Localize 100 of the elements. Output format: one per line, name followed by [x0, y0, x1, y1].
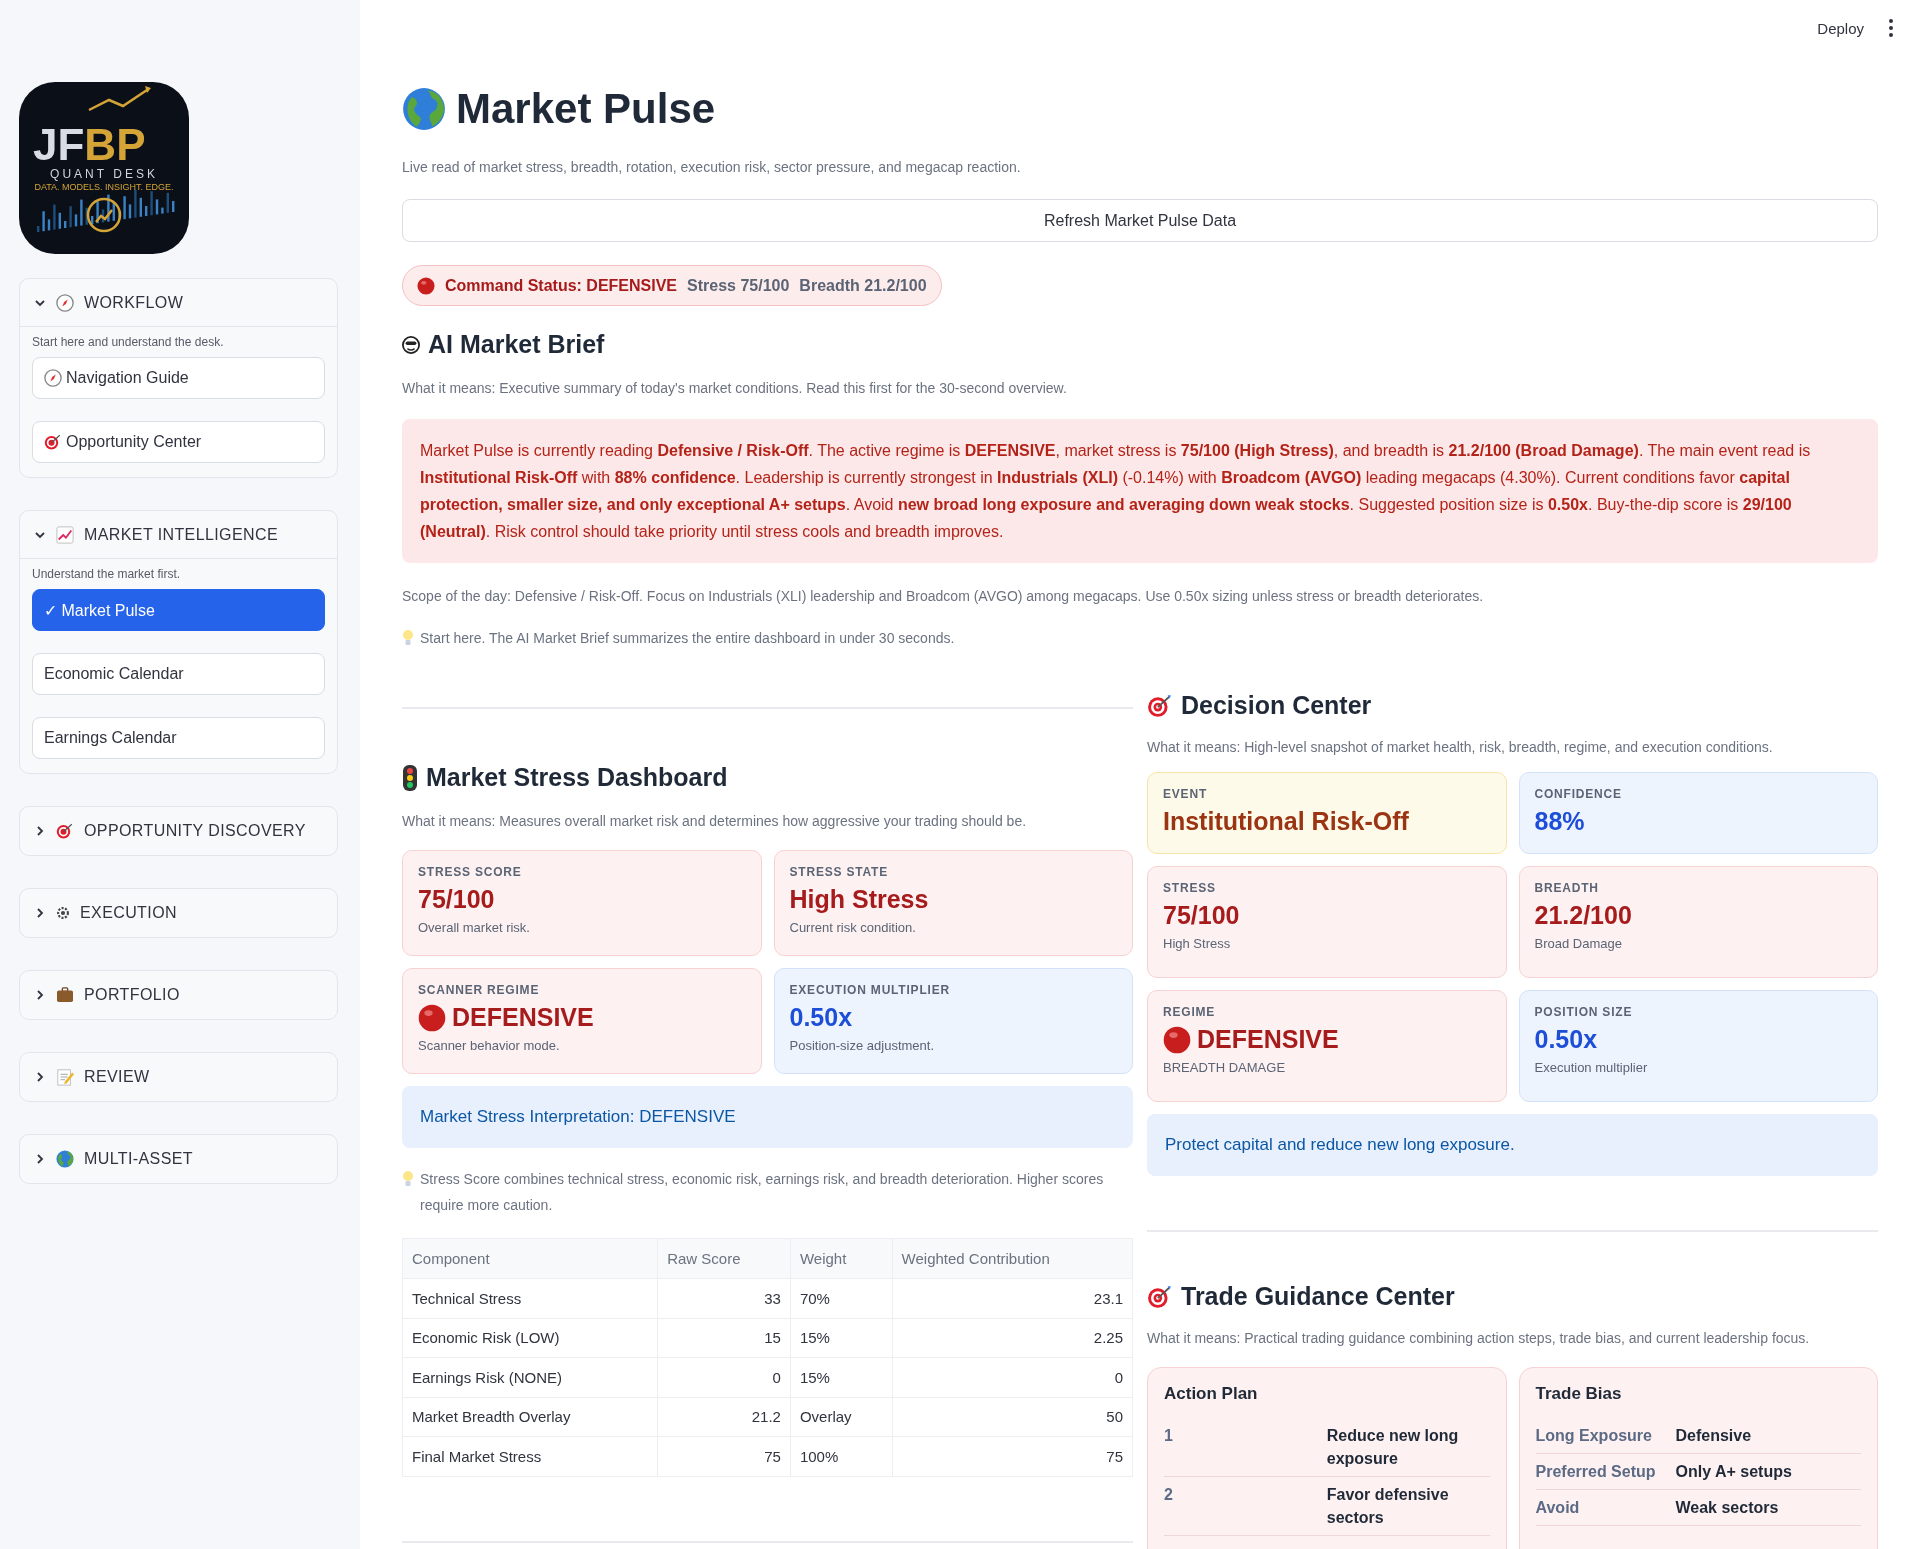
- refresh-button[interactable]: Refresh Market Pulse Data: [402, 199, 1878, 242]
- table-cell: 50: [892, 1397, 1133, 1437]
- section-header[interactable]: OPPORTUNITY DISCOVERY: [20, 807, 337, 855]
- card-note: Position-size adjustment.: [789, 1038, 935, 1053]
- bias-value: Weak sectors: [1675, 1498, 1780, 1518]
- card-value: 21.2/100: [1534, 901, 1632, 930]
- target-icon: [1147, 1283, 1173, 1310]
- bias-label: Preferred Setup: [1535, 1462, 1657, 1482]
- nav-button[interactable]: Earnings Calendar: [32, 717, 325, 759]
- status-dot-icon: [417, 276, 435, 295]
- card-value: 75/100: [1163, 901, 1240, 930]
- column-header: Raw Score: [657, 1238, 791, 1279]
- tip-text: Stress Score combines technical stress, economic risk, earnings risk, and breadth deterioration. Higher scores require more caution.: [420, 1170, 1105, 1215]
- status-dot-icon: [1163, 1025, 1191, 1054]
- card-label: EXECUTION MULTIPLIER: [789, 983, 951, 997]
- card-value: 88%: [1534, 807, 1585, 836]
- nav-button[interactable]: Navigation Guide: [32, 357, 325, 399]
- card-value: DEFENSIVE: [452, 1003, 594, 1032]
- section-header[interactable]: WORKFLOW: [20, 279, 337, 327]
- card-title: Trade Bias: [1535, 1384, 1623, 1404]
- card-value: DEFENSIVE: [1197, 1025, 1339, 1054]
- column-header: Component: [402, 1238, 658, 1279]
- section-header[interactable]: EXECUTION: [20, 889, 337, 937]
- card-note: BREADTH DAMAGE: [1163, 1060, 1287, 1075]
- section-header[interactable]: MARKET INTELLIGENCE: [20, 511, 337, 559]
- bias-value: Only A+ setups: [1675, 1462, 1793, 1482]
- column-header: Weight: [790, 1238, 893, 1279]
- table-cell: Economic Risk (LOW): [402, 1318, 658, 1358]
- status-dot-icon: [418, 1003, 446, 1032]
- target-icon: [44, 433, 62, 451]
- deploy-button[interactable]: Deploy: [1811, 18, 1870, 38]
- card-note: Broad Damage: [1534, 936, 1623, 951]
- card-label: REGIME: [1163, 1005, 1217, 1019]
- column-header: Weighted Contribution: [892, 1238, 1133, 1279]
- scope-text: Scope of the day: Defensive / Risk-Off. Focus on Industrials (XLI) leadership and Broadcom (AVGO) among megacaps. Use 0.50x sizing unless stress or breadth deteriorates.: [402, 587, 1485, 606]
- bias-value: Defensive: [1675, 1426, 1753, 1446]
- table-cell: Technical Stress: [402, 1278, 658, 1318]
- section-title: AI Market Brief: [428, 330, 605, 359]
- section-header[interactable]: PORTFOLIO: [20, 971, 337, 1019]
- line-chart-icon: [56, 525, 74, 544]
- step-text: Reduce new long exposure: [1326, 1426, 1460, 1469]
- bias-label: Avoid: [1535, 1498, 1581, 1518]
- section-description: What it means: Measures overall market risk and determines how aggressive your trading should be.: [402, 812, 1028, 831]
- nav-button[interactable]: Opportunity Center: [32, 421, 325, 463]
- compass-icon: [44, 369, 62, 387]
- target-icon: [56, 822, 74, 840]
- chevron-right-icon: [34, 907, 46, 919]
- chevron-right-icon: [34, 825, 46, 837]
- face-icon: [402, 335, 420, 354]
- table-cell: 0: [892, 1357, 1133, 1397]
- table-cell: 75: [657, 1436, 791, 1476]
- lightbulb-icon: [402, 629, 414, 647]
- more-options-icon[interactable]: [1888, 18, 1894, 38]
- card-value: 0.50x: [789, 1003, 853, 1032]
- globe-icon: [56, 1150, 74, 1168]
- card-note: Current risk condition.: [789, 920, 917, 935]
- card-label: STRESS STATE: [789, 865, 889, 879]
- section-description: What it means: Executive summary of today's market conditions. Read this first for the 30-second overview.: [402, 379, 1068, 398]
- table-cell: 75: [892, 1436, 1133, 1476]
- section-header[interactable]: REVIEW: [20, 1053, 337, 1101]
- table-cell: Earnings Risk (NONE): [402, 1357, 658, 1397]
- step-text: Favor defensive sectors: [1326, 1485, 1450, 1528]
- card-label: CONFIDENCE: [1534, 787, 1623, 801]
- section-title: Decision Center: [1181, 691, 1372, 720]
- settings-icon: [56, 906, 70, 920]
- table-cell: 21.2: [657, 1397, 791, 1437]
- table-cell: Market Breadth Overlay: [402, 1397, 658, 1437]
- card-label: EVENT: [1163, 787, 1208, 801]
- card-value: 75/100: [418, 885, 495, 914]
- table-cell: 33: [657, 1278, 791, 1318]
- step-number: 1: [1164, 1426, 1174, 1446]
- card-note: Execution multiplier: [1534, 1060, 1649, 1075]
- table-cell: 15: [657, 1318, 791, 1358]
- card-note: High Stress: [1163, 936, 1232, 951]
- tip-text: Start here. The AI Market Brief summarizes the entire dashboard in under 30 seconds.: [420, 629, 955, 648]
- card-value: Institutional Risk-Off: [1163, 807, 1409, 836]
- table-cell: 15%: [790, 1318, 893, 1358]
- logo: JFBP QUANT DESK DATA. MODELS. INSIGHT. EDGE.: [19, 82, 189, 254]
- recommendation-note: Protect capital and reduce new long exposure.: [1147, 1114, 1878, 1176]
- card-label: STRESS SCORE: [418, 865, 523, 879]
- interpretation-note: Market Stress Interpretation: DEFENSIVE: [402, 1086, 1133, 1148]
- section-description: What it means: Practical trading guidance combining action steps, trade bias, and current leadership focus.: [1147, 1329, 1811, 1348]
- page-title: Market Pulse: [456, 85, 716, 133]
- globe-icon: [402, 87, 446, 131]
- card-value: High Stress: [789, 885, 929, 914]
- section-caption: Start here and understand the desk.: [32, 335, 225, 349]
- section-header[interactable]: MULTI-ASSET: [20, 1135, 337, 1183]
- card-note: Scanner behavior mode.: [418, 1038, 561, 1053]
- section-title: Trade Guidance Center: [1181, 1282, 1455, 1311]
- page-subtitle: Live read of market stress, breadth, rotation, execution risk, sector pressure, and megacap reaction.: [402, 158, 1022, 177]
- card-label: BREADTH: [1534, 881, 1600, 895]
- chevron-right-icon: [34, 1071, 46, 1083]
- table-cell: 15%: [790, 1357, 893, 1397]
- nav-button[interactable]: ✓ Market Pulse: [32, 589, 325, 631]
- nav-button[interactable]: Economic Calendar: [32, 653, 325, 695]
- table-cell: 100%: [790, 1436, 893, 1476]
- table-cell: Overlay: [790, 1397, 893, 1437]
- card-title: Action Plan: [1164, 1384, 1259, 1404]
- card-label: STRESS: [1163, 881, 1217, 895]
- table-cell: 0: [657, 1357, 791, 1397]
